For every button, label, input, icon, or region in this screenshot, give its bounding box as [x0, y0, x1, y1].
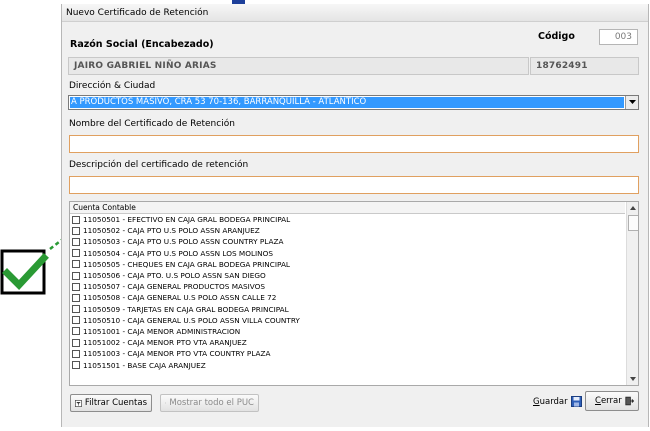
chevron-down-icon	[629, 100, 636, 104]
account-label: 11050509 - TARJETAS EN CAJA GRAL BODEGA …	[83, 304, 289, 314]
account-row[interactable]: 11051002 - CAJA MENOR PTO VTA ARANJUEZ	[70, 337, 625, 348]
nit-field: 18762491	[530, 57, 639, 75]
account-row[interactable]: 11051003 - CAJA MENOR PTO VTA COUNTRY PL…	[70, 348, 625, 359]
codigo-field[interactable]: 003	[599, 29, 638, 45]
direccion-label: Dirección & Ciudad	[69, 81, 156, 91]
descripcion-input[interactable]	[69, 176, 639, 194]
account-row[interactable]: 11050503 - CAJA PTO U.S POLO ASSN COUNTR…	[70, 236, 625, 247]
list-icon	[165, 402, 167, 404]
direccion-selected-value: A PRODUCTOS MASIVO, CRA 53 70-136, BARRA…	[70, 97, 624, 108]
account-checkbox[interactable]	[72, 282, 80, 291]
window-title: Nuevo Certificado de Retención	[62, 4, 648, 22]
account-row[interactable]: 11050510 - CAJA GENERAL U.S POLO ASSN VI…	[70, 315, 625, 326]
razon-social-label: Razón Social (Encabezado)	[70, 39, 214, 50]
accounts-list-header: Cuenta Contable	[70, 202, 625, 214]
razon-social-field: JAIRO GABRIEL NIÑO ARIAS	[68, 57, 529, 75]
account-row[interactable]: 11050502 - CAJA PTO U.S POLO ASSN ARANJU…	[70, 225, 625, 236]
scroll-up-icon[interactable]	[630, 205, 636, 211]
account-row[interactable]: 11050504 - CAJA PTO U.S POLO ASSN LOS MO…	[70, 248, 625, 259]
scroll-down-icon[interactable]	[630, 376, 636, 382]
account-label: 11051001 - CAJA MENOR ADMINISTRACION	[83, 326, 241, 336]
account-row[interactable]: 11050509 - TARJETAS EN CAJA GRAL BODEGA …	[70, 304, 625, 315]
account-checkbox[interactable]	[72, 215, 80, 224]
save-icon	[570, 396, 582, 407]
account-label: 11050508 - CAJA GENERAL U.S POLO ASSN CA…	[83, 293, 277, 303]
cerrar-button[interactable]: Cerrar	[585, 391, 639, 411]
mostrar-puc-button[interactable]: Mostrar todo el PUC	[160, 394, 259, 412]
exit-door-icon	[625, 396, 634, 406]
account-label: 11050503 - CAJA PTO U.S POLO ASSN COUNTR…	[83, 237, 284, 247]
codigo-label: Código	[538, 31, 575, 42]
vertical-scrollbar[interactable]	[626, 202, 638, 385]
account-row[interactable]: 11050508 - CAJA GENERAL U.S POLO ASSN CA…	[70, 292, 625, 303]
descripcion-label: Descripción del certificado de retención	[69, 160, 249, 170]
filtrar-cuentas-button[interactable]: Filtrar Cuentas	[70, 394, 152, 412]
accounts-rows: 11050501 - EFECTIVO EN CAJA GRAL BODEGA …	[70, 214, 625, 371]
account-checkbox[interactable]	[72, 271, 80, 280]
account-label: 11050501 - EFECTIVO EN CAJA GRAL BODEGA …	[83, 215, 291, 225]
account-checkbox[interactable]	[72, 349, 80, 358]
account-row[interactable]: 11051001 - CAJA MENOR ADMINISTRACION	[70, 326, 625, 337]
account-label: 11050510 - CAJA GENERAL U.S POLO ASSN VI…	[83, 315, 300, 325]
certificate-window: Nuevo Certificado de Retención Código 00…	[61, 4, 649, 427]
account-checkbox[interactable]	[72, 260, 80, 269]
account-row[interactable]: 11050507 - CAJA GENERAL PRODUCTOS MASIVO…	[70, 281, 625, 292]
dropdown-button[interactable]	[625, 96, 638, 109]
direccion-select[interactable]: A PRODUCTOS MASIVO, CRA 53 70-136, BARRA…	[68, 95, 639, 110]
guardar-label: Guardar	[533, 396, 568, 407]
account-label: 11050502 - CAJA PTO U.S POLO ASSN ARANJU…	[83, 226, 260, 236]
account-label: 11050507 - CAJA GENERAL PRODUCTOS MASIVO…	[83, 282, 266, 292]
account-checkbox[interactable]	[72, 361, 80, 370]
account-checkbox[interactable]	[72, 226, 80, 235]
account-label: 11051002 - CAJA MENOR PTO VTA ARANJUEZ	[83, 338, 247, 348]
account-row[interactable]: 11051501 - BASE CAJA ARANJUEZ	[70, 359, 625, 370]
account-checkbox[interactable]	[72, 249, 80, 258]
account-label: 11051003 - CAJA MENOR PTO VTA COUNTRY PL…	[83, 349, 271, 359]
account-label: 11050506 - CAJA PTO. U.S POLO ASSN SAN D…	[83, 271, 266, 281]
account-checkbox[interactable]	[72, 316, 80, 325]
nombre-label: Nombre del Certificado de Retención	[69, 119, 235, 129]
account-row[interactable]: 11050501 - EFECTIVO EN CAJA GRAL BODEGA …	[70, 214, 625, 225]
accounts-list[interactable]: Cuenta Contable 11050501 - EFECTIVO EN C…	[69, 201, 639, 386]
account-row[interactable]: 11050506 - CAJA PTO. U.S POLO ASSN SAN D…	[70, 270, 625, 281]
account-checkbox[interactable]	[72, 338, 80, 347]
filtrar-cuentas-label: Filtrar Cuentas	[84, 398, 147, 408]
account-checkbox[interactable]	[72, 327, 80, 336]
scrollbar-thumb[interactable]	[628, 215, 638, 231]
account-row[interactable]: 11050505 - CHEQUES EN CAJA GRAL BODEGA P…	[70, 259, 625, 270]
account-checkbox[interactable]	[72, 305, 80, 314]
nombre-input[interactable]	[69, 135, 639, 153]
account-label: 11051501 - BASE CAJA ARANJUEZ	[83, 360, 206, 370]
mostrar-puc-label: Mostrar todo el PUC	[169, 398, 254, 408]
account-checkbox[interactable]	[72, 293, 80, 302]
guardar-button[interactable]: Guardar	[533, 396, 582, 407]
account-checkbox[interactable]	[72, 237, 80, 246]
filter-icon	[75, 399, 82, 407]
cerrar-label: Cerrar	[595, 396, 622, 406]
account-label: 11050504 - CAJA PTO U.S POLO ASSN LOS MO…	[83, 248, 274, 258]
account-label: 11050505 - CHEQUES EN CAJA GRAL BODEGA P…	[83, 259, 290, 269]
